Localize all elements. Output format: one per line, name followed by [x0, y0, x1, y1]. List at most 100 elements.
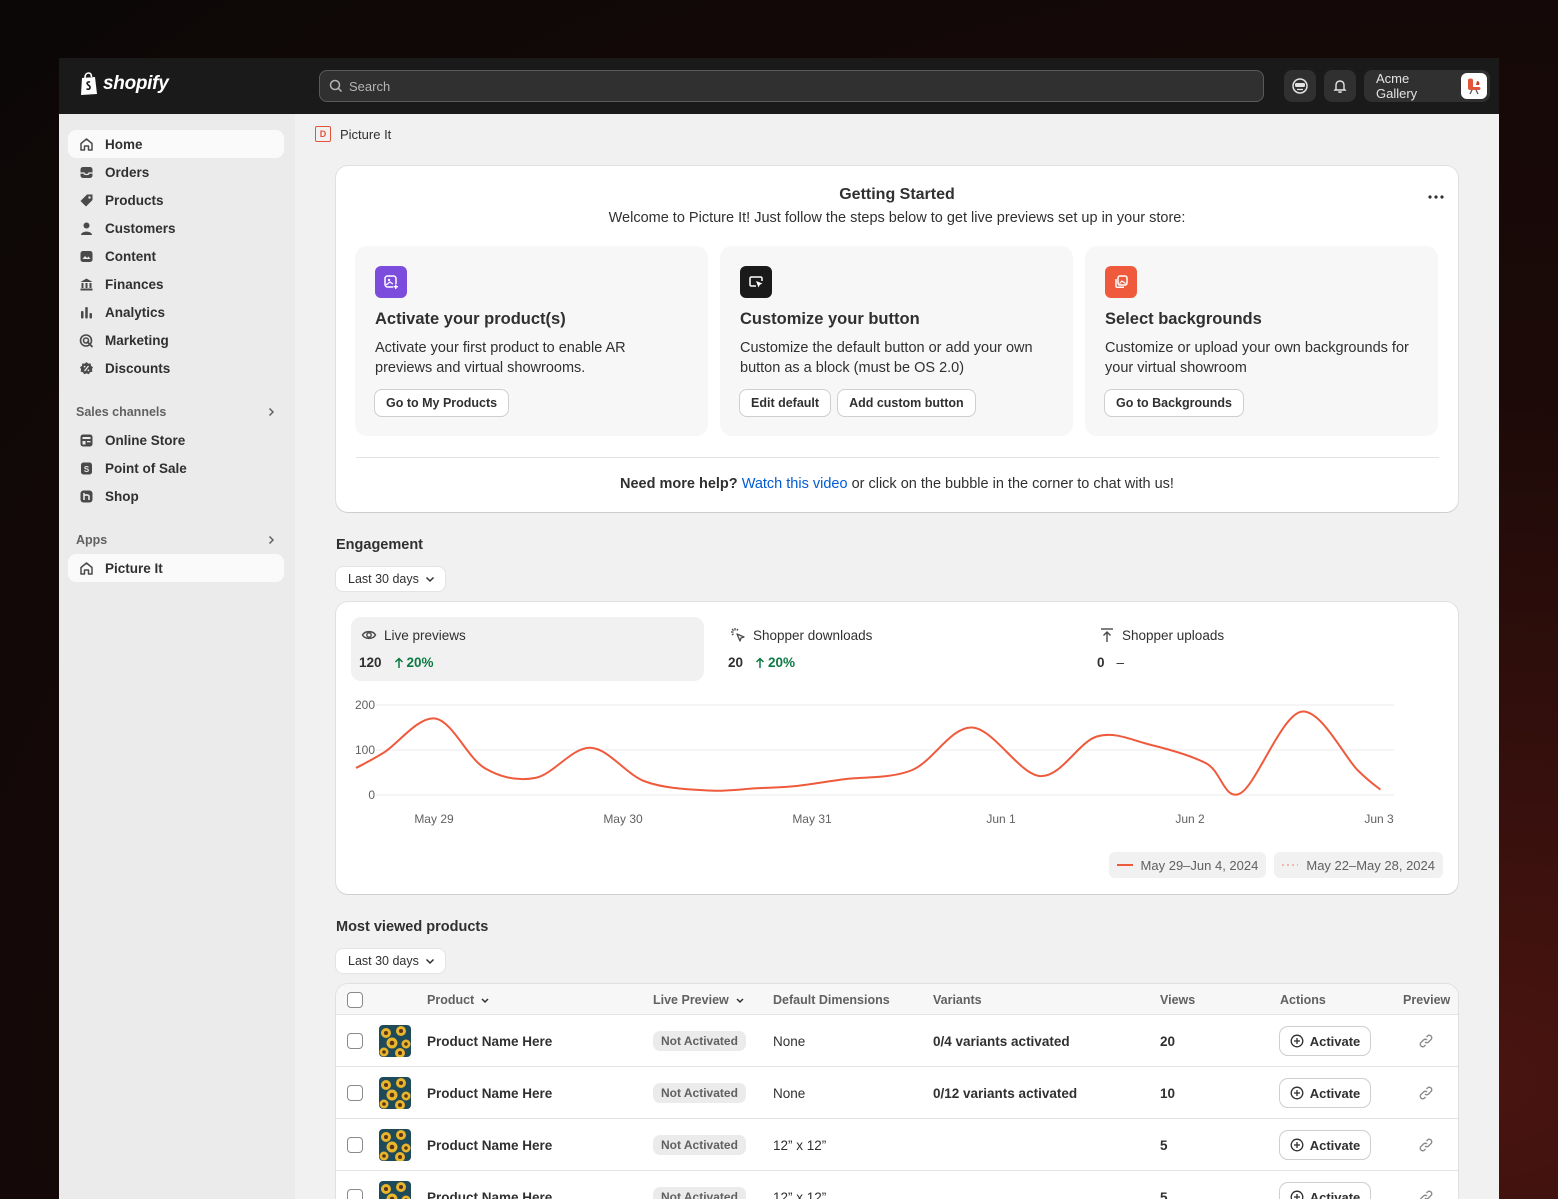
preview-link[interactable] [1418, 1171, 1434, 1199]
watch-video-link[interactable]: Watch this video [742, 476, 848, 492]
preview-link[interactable] [1418, 1067, 1434, 1119]
column-header-live-preview[interactable]: Live Preview [653, 984, 745, 1015]
activate-label: Activate [1309, 1189, 1361, 1199]
sidebar-item-online-store[interactable]: Online Store [68, 426, 284, 454]
row-checkbox[interactable] [347, 1085, 363, 1101]
sidebar-item-analytics[interactable]: Analytics [68, 298, 284, 326]
activate-label: Activate [1309, 1033, 1361, 1049]
product-dimensions: None [773, 1085, 806, 1101]
sidebar-item-picture-it[interactable]: Picture It [68, 554, 284, 582]
more-actions-button[interactable] [1428, 186, 1444, 204]
home-icon [78, 560, 94, 576]
store-menu-button[interactable]: Acme Gallery [1364, 70, 1490, 102]
status-badge: Not Activated [653, 1187, 746, 1199]
product-name[interactable]: Product Name Here [427, 1119, 552, 1171]
getting-started-subtitle: Welcome to Picture It! Just follow the s… [608, 210, 1186, 226]
step-description: Activate your first product to enable AR… [375, 340, 626, 376]
row-checkbox[interactable] [347, 1033, 363, 1049]
activate-button[interactable]: Activate [1280, 1027, 1370, 1055]
table-row[interactable]: Product Name Here Not Activated None 0/4… [336, 1015, 1458, 1067]
product-name[interactable]: Product Name Here [427, 1015, 552, 1067]
table-row[interactable]: Product Name Here Not Activated None 0/1… [336, 1067, 1458, 1119]
sidebar-item-discounts[interactable]: Discounts [68, 354, 284, 382]
legend-item-current[interactable]: May 29–Jun 4, 2024 [1108, 852, 1267, 878]
sidebar-item-label: Discounts [105, 360, 171, 376]
legend-line-solid-icon [1116, 864, 1133, 866]
row-checkbox[interactable] [347, 1189, 363, 1199]
apps-label: Apps [76, 533, 108, 547]
table-row[interactable]: Product Name Here Not Activated 12” x 12… [336, 1119, 1458, 1171]
metric-live-previews[interactable]: Live previews 120 20% [351, 617, 704, 681]
legend-line-dashed-icon [1282, 864, 1299, 866]
link-icon [1419, 1190, 1433, 1199]
metric-value: 0 [1097, 655, 1105, 670]
activate-button[interactable]: Activate [1280, 1183, 1370, 1199]
sidebar-item-point-of-sale[interactable]: S Point of Sale [68, 454, 284, 482]
shopify-logo[interactable]: shopify [79, 72, 169, 96]
sidebar-item-label: Customers [105, 220, 176, 236]
metric-value: 120 [359, 655, 382, 670]
activate-button[interactable]: Activate [1280, 1131, 1370, 1159]
apps-header[interactable]: Apps [76, 530, 276, 550]
pos-icon: S [78, 460, 94, 476]
sidebar-item-products[interactable]: Products [68, 186, 284, 214]
legend-item-previous[interactable]: May 22–May 28, 2024 [1274, 852, 1443, 878]
help-suffix: or click on the bubble in the corner to … [851, 476, 1174, 492]
column-header-product[interactable]: Product [427, 984, 490, 1015]
engagement-line-chart: 200 100 0 May 29 May 30 May 31 Jun 1 Jun 2 Jun 3 [355, 698, 1394, 826]
row-checkbox[interactable] [347, 1137, 363, 1153]
sidebar-item-label: Online Store [105, 432, 186, 448]
upload-icon [1101, 628, 1113, 642]
engagement-range-dropdown[interactable]: Last 30 days [336, 567, 445, 591]
go-to-my-products-button[interactable]: Go to My Products [375, 390, 509, 416]
metric-shopper-uploads[interactable]: Shopper uploads 0 – [1089, 617, 1442, 681]
activate-button[interactable]: Activate [1280, 1079, 1370, 1107]
status-badge: Not Activated [653, 1031, 746, 1051]
search-bar[interactable] [319, 70, 1264, 102]
notifications-button[interactable] [1324, 70, 1356, 102]
chevron-down-icon [425, 576, 434, 583]
sidebar-item-content[interactable]: Content [68, 242, 284, 270]
legend-label: May 22–May 28, 2024 [1306, 857, 1435, 873]
step-title: Customize your button [740, 310, 920, 328]
edit-default-button[interactable]: Edit default [740, 390, 831, 416]
discount-icon [78, 360, 94, 376]
shopify-bag-icon [81, 72, 97, 95]
table-row[interactable]: Product Name Here Not Activated 12” x 12… [336, 1171, 1458, 1199]
store-icon [78, 432, 94, 448]
product-name[interactable]: Product Name Here [427, 1171, 552, 1199]
step-card-activate: Activate your product(s) Activate your f… [355, 246, 708, 436]
preview-link[interactable] [1418, 1119, 1434, 1171]
getting-started-title: Getting Started [839, 186, 955, 203]
target-icon [78, 332, 94, 348]
sidebar-item-customers[interactable]: Customers [68, 214, 284, 242]
preview-link[interactable] [1418, 1015, 1434, 1067]
column-header-preview: Preview [1403, 992, 1451, 1007]
sidebar-item-finances[interactable]: Finances [68, 270, 284, 298]
sidekick-button[interactable] [1284, 70, 1316, 102]
sort-chevron-icon [736, 997, 744, 1003]
legend-label: May 29–Jun 4, 2024 [1140, 857, 1259, 873]
product-views: 20 [1160, 1033, 1176, 1049]
go-to-backgrounds-button[interactable]: Go to Backgrounds [1105, 390, 1243, 416]
sidebar-item-shop[interactable]: Shop [68, 482, 284, 510]
chart-legend: May 29–Jun 4, 2024 May 22–May 28, 2024 [1108, 852, 1443, 878]
sidebar-item-label: Picture It [105, 560, 163, 576]
search-input[interactable] [349, 78, 1229, 94]
sales-channels-header[interactable]: Sales channels [76, 402, 276, 422]
sidebar-item-orders[interactable]: Orders [68, 158, 284, 186]
search-icon [329, 79, 343, 93]
cursor-click-icon [731, 628, 745, 642]
select-all-checkbox[interactable] [347, 991, 363, 1008]
add-custom-button[interactable]: Add custom button [838, 390, 975, 416]
product-dimensions: 12” x 12” [773, 1189, 827, 1199]
metric-shopper-downloads[interactable]: Shopper downloads 20 20% [720, 617, 1073, 681]
step-description: Customize or upload your own backgrounds… [1105, 340, 1409, 376]
products-title: Most viewed products [336, 919, 489, 935]
sidebar-item-marketing[interactable]: Marketing [68, 326, 284, 354]
product-thumbnail [379, 1129, 411, 1161]
range-label: Last 30 days [348, 572, 419, 586]
products-range-dropdown[interactable]: Last 30 days [336, 949, 445, 973]
sidebar-item-home[interactable]: Home [68, 130, 284, 158]
product-name[interactable]: Product Name Here [427, 1067, 552, 1119]
